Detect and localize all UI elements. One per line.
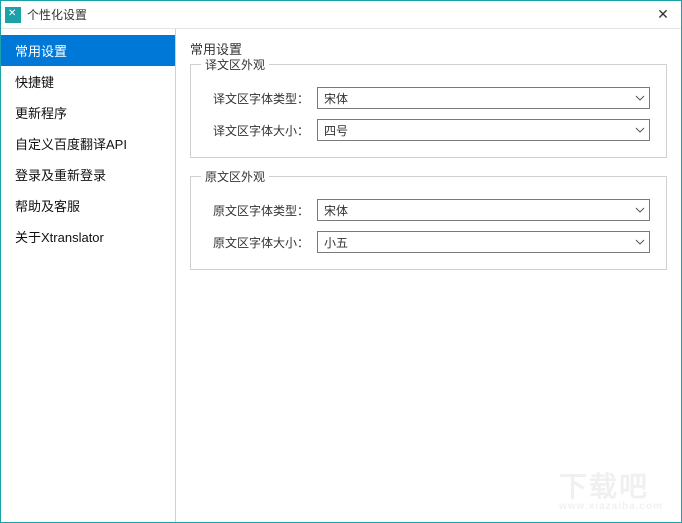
content-panel: 常用设置 译文区外观 译文区字体类型： 宋体 译文区字体大小： 四号 — [176, 29, 681, 522]
sidebar-item-6[interactable]: 关于Xtranslator — [1, 221, 175, 252]
group-source-appearance: 原文区外观 原文区字体类型： 宋体 原文区字体大小： 小五 — [190, 176, 667, 270]
sidebar-item-3[interactable]: 自定义百度翻译API — [1, 128, 175, 159]
group-legend-source: 原文区外观 — [201, 168, 269, 185]
select-translation-font-size[interactable]: 四号 — [317, 119, 650, 141]
app-icon — [5, 7, 21, 23]
window-body: 常用设置快捷键更新程序自定义百度翻译API登录及重新登录帮助及客服关于Xtran… — [1, 29, 681, 522]
watermark-main: 下载吧 — [559, 471, 649, 502]
select-value: 小五 — [324, 234, 348, 251]
chevron-down-icon — [635, 93, 645, 103]
sidebar-item-5[interactable]: 帮助及客服 — [1, 190, 175, 221]
select-value: 宋体 — [324, 90, 348, 107]
window-title: 个性化设置 — [27, 6, 651, 23]
sidebar-item-0[interactable]: 常用设置 — [1, 35, 175, 66]
group-translation-appearance: 译文区外观 译文区字体类型： 宋体 译文区字体大小： 四号 — [190, 64, 667, 158]
label-translation-font-type: 译文区字体类型： — [207, 90, 317, 107]
sidebar-item-4[interactable]: 登录及重新登录 — [1, 159, 175, 190]
sidebar-item-2[interactable]: 更新程序 — [1, 97, 175, 128]
group-legend-translation: 译文区外观 — [201, 56, 269, 73]
settings-window: 个性化设置 ✕ 常用设置快捷键更新程序自定义百度翻译API登录及重新登录帮助及客… — [0, 0, 682, 523]
watermark: 下载吧 www.xiazaiba.com — [559, 465, 663, 512]
select-source-font-type[interactable]: 宋体 — [317, 199, 650, 221]
select-value: 四号 — [324, 122, 348, 139]
label-source-font-type: 原文区字体类型： — [207, 202, 317, 219]
row-translation-font-size: 译文区字体大小： 四号 — [207, 119, 650, 141]
row-source-font-type: 原文区字体类型： 宋体 — [207, 199, 650, 221]
label-translation-font-size: 译文区字体大小： — [207, 122, 317, 139]
sidebar: 常用设置快捷键更新程序自定义百度翻译API登录及重新登录帮助及客服关于Xtran… — [1, 29, 176, 522]
chevron-down-icon — [635, 205, 645, 215]
select-value: 宋体 — [324, 202, 348, 219]
select-translation-font-type[interactable]: 宋体 — [317, 87, 650, 109]
titlebar: 个性化设置 ✕ — [1, 1, 681, 29]
row-translation-font-type: 译文区字体类型： 宋体 — [207, 87, 650, 109]
label-source-font-size: 原文区字体大小： — [207, 234, 317, 251]
chevron-down-icon — [635, 125, 645, 135]
chevron-down-icon — [635, 237, 645, 247]
select-source-font-size[interactable]: 小五 — [317, 231, 650, 253]
close-button[interactable]: ✕ — [651, 5, 675, 25]
watermark-sub: www.xiazaiba.com — [559, 501, 663, 512]
row-source-font-size: 原文区字体大小： 小五 — [207, 231, 650, 253]
sidebar-item-1[interactable]: 快捷键 — [1, 66, 175, 97]
